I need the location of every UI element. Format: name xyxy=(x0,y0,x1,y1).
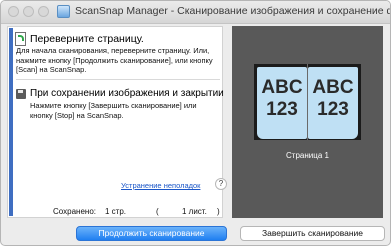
window-title: ScanSnap Manager - Сканирование изображе… xyxy=(75,5,391,17)
close-window-button[interactable] xyxy=(8,6,19,17)
saved-pages-count: 1 стр. xyxy=(105,207,127,216)
scanned-book-thumbnail[interactable]: ABC 123 ABC 123 xyxy=(254,64,361,140)
section-divider xyxy=(16,79,220,80)
continue-scanning-button[interactable]: Продолжить сканирование xyxy=(76,226,227,241)
turn-page-icon xyxy=(15,32,26,46)
turn-page-description: Для начала сканирования, переверните стр… xyxy=(16,46,213,74)
preview-panel: ABC 123 ABC 123 Страница 1 xyxy=(232,26,383,218)
left-page-letters: ABC xyxy=(261,77,303,98)
zoom-window-button[interactable] xyxy=(38,6,49,17)
right-page: ABC 123 xyxy=(308,67,358,139)
left-page-numbers: 123 xyxy=(266,99,298,120)
title-bar: ScanSnap Manager - Сканирование изображе… xyxy=(1,1,390,24)
scansnap-app-icon xyxy=(57,5,70,18)
finish-scanning-button[interactable]: Завершить сканирование xyxy=(240,226,385,241)
turn-page-heading: Переверните страницу. xyxy=(30,33,144,45)
minimize-window-button[interactable] xyxy=(23,6,34,17)
saved-close-paren: ) xyxy=(217,207,220,216)
help-icon[interactable]: ? xyxy=(215,178,227,190)
scan-window: ScanSnap Manager - Сканирование изображе… xyxy=(0,0,391,246)
save-close-heading: При сохранении изображения и закрытии xyxy=(30,88,224,99)
saved-label: Сохранено: xyxy=(53,207,96,216)
instructions-panel: Переверните страницу. Для начала сканиро… xyxy=(7,26,227,218)
saved-sheets-count: 1 лист. xyxy=(182,207,207,216)
save-disk-icon xyxy=(16,89,26,99)
accent-bar xyxy=(9,28,13,216)
save-close-description: Нажмите кнопку [Завершить сканирование] … xyxy=(30,101,197,120)
right-page-letters: ABC xyxy=(312,77,354,98)
saved-open-paren: ( xyxy=(156,207,159,216)
page-label: Страница 1 xyxy=(286,151,329,160)
right-page-numbers: 123 xyxy=(317,99,349,120)
left-page: ABC 123 xyxy=(257,67,307,139)
troubleshooting-link[interactable]: Устранение неполадок xyxy=(121,181,200,190)
